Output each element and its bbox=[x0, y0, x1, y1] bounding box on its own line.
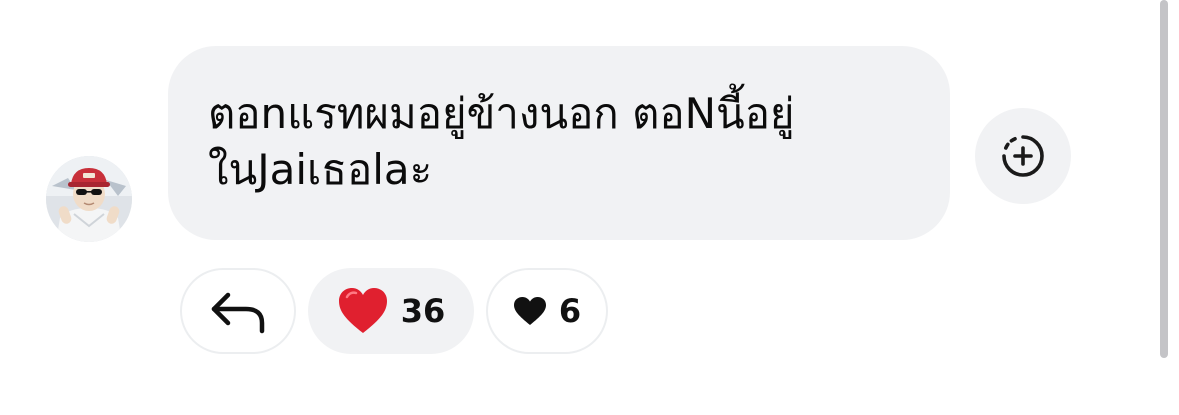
add-reaction-button[interactable] bbox=[975, 108, 1071, 204]
like-count: 6 bbox=[558, 292, 582, 330]
comment-bubble[interactable]: ตอnแรทผมอยู่ข้างนอก ตอNนี้อยู่ ในJaiเธอl… bbox=[168, 46, 950, 240]
scrollbar[interactable] bbox=[1160, 0, 1168, 358]
heart-reaction-count: 36 bbox=[400, 292, 446, 330]
reply-button[interactable] bbox=[180, 268, 296, 354]
avatar[interactable] bbox=[46, 156, 132, 242]
comment-text: ตอnแรทผมอยู่ข้างนอก ตอNนี้อยู่ ในJaiเธอl… bbox=[208, 89, 795, 194]
like-button[interactable]: 6 bbox=[486, 268, 608, 354]
reply-arrow-icon bbox=[211, 292, 265, 334]
red-heart-emoji-icon bbox=[338, 288, 387, 333]
heart-reaction-button[interactable]: 36 bbox=[308, 268, 474, 354]
comment-thread: ตอnแรทผมอยู่ข้างนอก ตอNนี้อยู่ ในJaiเธอl… bbox=[0, 0, 1179, 415]
avatar-image bbox=[46, 156, 132, 242]
add-reaction-dashed-circle-icon bbox=[1002, 135, 1044, 177]
small-heart-icon bbox=[513, 297, 546, 325]
